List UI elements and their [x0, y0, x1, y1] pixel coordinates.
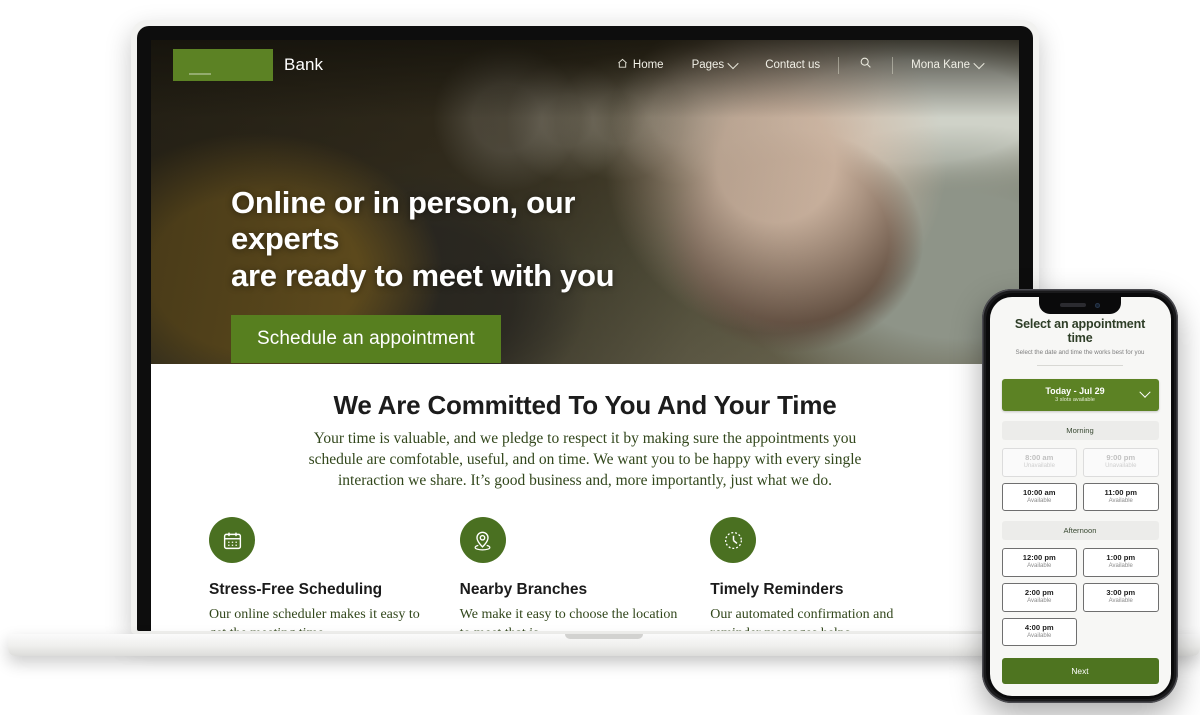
slot-group-heading-afternoon: Afternoon [1001, 521, 1159, 541]
time-slot[interactable]: 8:00 am Unavailable [1001, 448, 1077, 477]
feature-card-title: Nearby Branches [459, 581, 588, 599]
chevron-down-icon [973, 57, 985, 70]
home-icon [617, 58, 628, 72]
time-slot-status: Available [1027, 497, 1052, 504]
appointment-picker: Select an appointment time Select the da… [990, 297, 1171, 658]
time-slot-status: Available [1027, 597, 1052, 604]
appointment-picker-footer: Next [990, 657, 1171, 696]
navbar-divider-right [892, 56, 894, 74]
phone-screen: Select an appointment time Select the da… [989, 296, 1171, 696]
time-slot-status: Unavailable [1105, 462, 1137, 469]
location-pin-icon [459, 517, 506, 564]
time-slot[interactable]: 2:00 pm Available [1001, 582, 1077, 612]
time-slot-time: 3:00 pm [1106, 587, 1136, 597]
next-button[interactable]: Next [1001, 657, 1159, 684]
date-selector-label: Today - Jul 29 [1045, 385, 1105, 396]
time-slot-time: 10:00 am [1022, 487, 1056, 497]
time-slot[interactable]: 3:00 pm Available [1083, 582, 1159, 612]
laptop-base-notch [565, 634, 643, 639]
time-slot[interactable]: 12:00 pm Available [1001, 548, 1077, 577]
time-slot-time: 4:00 pm [1024, 622, 1054, 632]
hero-heading-line1: Online or in person, our experts [231, 185, 576, 257]
front-camera-icon [1095, 302, 1100, 308]
date-selector-text: Today - Jul 29 3 slots available [1012, 386, 1139, 405]
feature-card-title: Timely Reminders [710, 581, 844, 599]
feature-card-timely-reminders: Timely Reminders Our automated confirmat… [710, 517, 961, 631]
time-slot[interactable]: 10:00 am Available [1001, 482, 1077, 512]
date-selector[interactable]: Today - Jul 29 3 slots available [1001, 378, 1159, 412]
hero-section: Bank Home Pages Contact us Mona Kane Onl… [151, 40, 1019, 364]
time-slot[interactable]: 11:00 pm Available [1083, 482, 1159, 512]
brand-name: Bank [284, 55, 324, 74]
commitment-section: We Are Committed To You And Your Time Yo… [151, 364, 1019, 492]
navbar-links: Home Pages Contact us Mona Kane [603, 56, 997, 74]
time-slot[interactable]: 4:00 pm Available [1001, 617, 1077, 647]
site-navbar: Bank Home Pages Contact us Mona Kane [151, 40, 1019, 90]
search-icon [859, 56, 872, 74]
nav-item-home[interactable]: Home [603, 58, 678, 72]
phone-mockup: Select an appointment time Select the da… [982, 289, 1178, 703]
nav-item-contact-us[interactable]: Contact us [751, 59, 834, 71]
account-menu[interactable]: Mona Kane [897, 57, 997, 71]
time-slot-status: Unavailable [1023, 462, 1055, 469]
divider [1037, 364, 1123, 366]
time-slot-time: 1:00 pm [1106, 553, 1136, 563]
time-slot[interactable]: 1:00 pm Available [1083, 548, 1159, 577]
time-slot-status: Available [1108, 597, 1133, 604]
feature-card-title: Stress-Free Scheduling [209, 581, 383, 599]
nav-item-contact-us-label: Contact us [765, 59, 821, 71]
slot-group-afternoon: 12:00 pm Available 1:00 pm Available 2:0… [1001, 548, 1159, 647]
time-slot-time: 8:00 am [1025, 453, 1054, 463]
appointment-picker-title: Select an appointment time [1014, 316, 1146, 345]
time-slot[interactable]: 9:00 pm Unavailable [1083, 448, 1159, 477]
feature-card-text: Our online scheduler makes it easy to ge… [209, 607, 420, 631]
search-button[interactable] [843, 56, 888, 74]
time-slot-time: 9:00 pm [1106, 453, 1136, 463]
chevron-down-icon [727, 57, 739, 70]
nav-item-home-label: Home [632, 59, 664, 71]
phone-notch [1039, 296, 1121, 314]
time-slot-time: 12:00 pm [1022, 553, 1056, 563]
hero-heading-line2: are ready to meet with you [231, 257, 615, 293]
time-slot-status: Available [1027, 563, 1052, 570]
clock-icon [710, 517, 757, 564]
feature-card-text: Our automated confirmation and reminder … [710, 607, 894, 631]
date-selector-sublabel: 3 slots available [1055, 396, 1095, 403]
feature-card-text: We make it easy to choose the location t… [459, 607, 678, 631]
schedule-appointment-button[interactable]: Schedule an appointment [231, 314, 501, 363]
feature-card-nearby-branches: Nearby Branches We make it easy to choos… [459, 517, 711, 631]
hero-content: Online or in person, our experts are rea… [231, 185, 651, 363]
laptop-bezel: Bank Home Pages Contact us Mona Kane Onl… [137, 26, 1033, 631]
time-slot-status: Available [1108, 563, 1133, 570]
laptop-mockup: Bank Home Pages Contact us Mona Kane Onl… [131, 20, 1039, 634]
hero-heading: Online or in person, our experts are rea… [231, 185, 651, 294]
commitment-heading: We Are Committed To You And Your Time [333, 390, 837, 420]
account-menu-label: Mona Kane [911, 59, 970, 71]
calendar-icon [209, 517, 255, 564]
brand-logo-icon [173, 49, 273, 81]
commitment-paragraph: Your time is valuable, and we pledge to … [308, 430, 862, 490]
logo-group[interactable]: Bank [173, 49, 323, 81]
slot-group-morning: 8:00 am Unavailable 9:00 pm Unavailable … [1001, 448, 1159, 512]
laptop-screen: Bank Home Pages Contact us Mona Kane Onl… [151, 40, 1019, 631]
nav-item-pages-label: Pages [691, 59, 725, 71]
time-slot-status: Available [1108, 497, 1133, 504]
feature-cards: Stress-Free Scheduling Our online schedu… [151, 491, 1019, 631]
feature-card-stress-free-scheduling: Stress-Free Scheduling Our online schedu… [209, 517, 460, 631]
time-slot-status: Available [1027, 632, 1052, 639]
navbar-divider-left [838, 56, 840, 74]
time-slot-time: 11:00 pm [1104, 487, 1137, 497]
appointment-picker-subtitle: Select the date and time the works best … [1015, 348, 1145, 356]
nav-item-pages[interactable]: Pages [678, 57, 752, 71]
chevron-down-icon [1138, 386, 1151, 398]
time-slot-time: 2:00 pm [1024, 587, 1054, 597]
slot-group-heading-morning: Morning [1001, 421, 1159, 441]
earpiece-speaker-icon [1060, 303, 1086, 307]
